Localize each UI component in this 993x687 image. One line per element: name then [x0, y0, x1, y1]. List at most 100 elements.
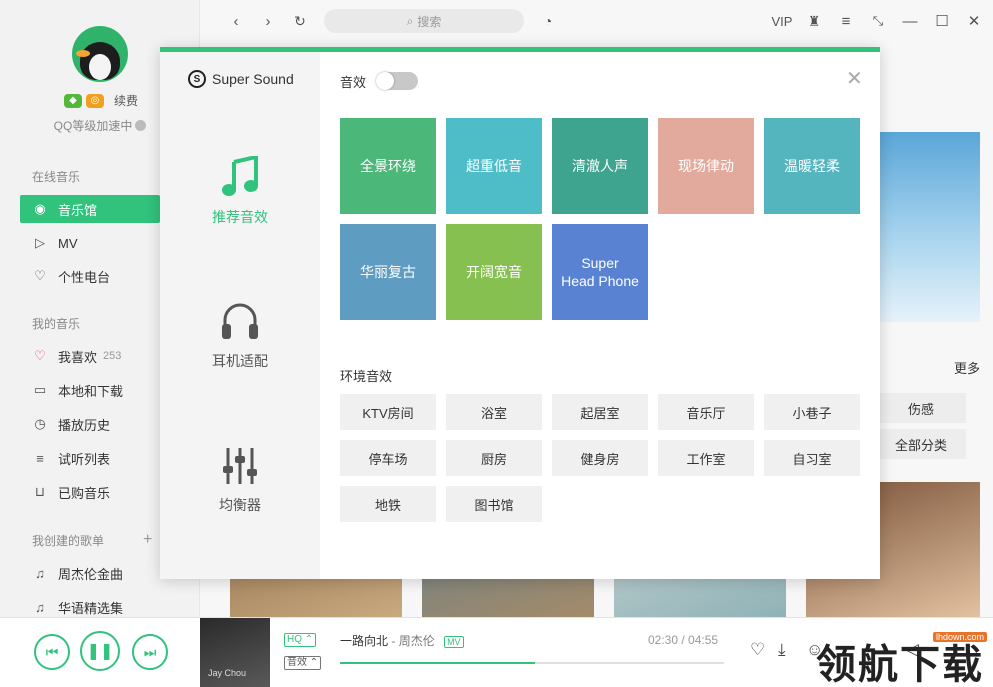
watermark: 领航下载 lhdown.com	[806, 628, 993, 687]
previous-track-icon[interactable]: ⏮	[34, 634, 70, 670]
like-heart-icon[interactable]: ♡	[750, 640, 765, 660]
env-living-room[interactable]: 起居室	[552, 394, 648, 430]
env-library[interactable]: 图书馆	[446, 486, 542, 522]
renew-link[interactable]: 续费	[114, 92, 138, 109]
green-diamond-icon[interactable]: ◎	[86, 93, 104, 108]
sidebar-item-radio[interactable]: ♡ 个性电台	[20, 262, 160, 290]
refresh-icon[interactable]: ↻	[290, 10, 310, 32]
section-my-music: 我的音乐	[32, 317, 81, 331]
env-parking-lot[interactable]: 停车场	[340, 440, 436, 476]
menu-icon[interactable]: ≡	[836, 10, 856, 32]
env-bathroom[interactable]: 浴室	[446, 394, 542, 430]
back-arrow-icon[interactable]: ‹	[226, 10, 246, 32]
super-sound-icon: S	[188, 70, 206, 88]
env-alley[interactable]: 小巷子	[764, 394, 860, 430]
category-tag-all[interactable]: 全部分类	[876, 429, 966, 459]
sidebar-item-preview-list[interactable]: ≡ 试听列表	[20, 444, 160, 472]
preset-panorama-surround[interactable]: 全景环绕	[340, 118, 436, 214]
tab-headphone-adapt[interactable]: 耳机适配	[160, 300, 320, 371]
forward-arrow-icon[interactable]: ›	[258, 10, 278, 32]
preset-clear-vocal[interactable]: 清澈人声	[552, 118, 648, 214]
env-kitchen[interactable]: 厨房	[446, 440, 542, 476]
preset-warm-soft[interactable]: 温暖轻柔	[764, 118, 860, 214]
sidebar-item-purchased[interactable]: ⊔ 已购音乐	[20, 478, 160, 506]
search-icon: ⌕	[406, 13, 414, 28]
preset-super-headphone[interactable]: Super Head Phone	[552, 224, 648, 320]
env-subway[interactable]: 地铁	[340, 486, 436, 522]
vip-button[interactable]: VIP	[770, 10, 794, 32]
preset-heavy-bass[interactable]: 超重低音	[446, 118, 542, 214]
heart-icon: ♡	[34, 348, 46, 363]
sound-effect-badge[interactable]: 音效 ⌃	[284, 656, 322, 670]
note-icon: ♫	[35, 565, 45, 581]
note-icon: ♫	[35, 599, 45, 615]
album-cover[interactable]: Jay Chou	[200, 618, 270, 687]
headphones-icon	[222, 303, 258, 339]
super-sound-sidebar: S Super Sound 推荐音效 耳机适配 均衡器	[160, 52, 320, 579]
tab-recommended-effects[interactable]: 推荐音效	[160, 154, 320, 227]
equalizer-icon	[223, 448, 257, 484]
effects-toggle[interactable]	[376, 72, 418, 90]
clock-icon: ◷	[34, 416, 46, 431]
watermark-site: lhdown.com	[932, 632, 987, 642]
level-icon	[135, 120, 147, 131]
sidebar-item-mv[interactable]: ▷ MV	[20, 229, 160, 257]
cart-icon: ⊔	[34, 484, 46, 499]
add-playlist-icon[interactable]: +	[143, 531, 152, 549]
music-note-icon	[222, 154, 258, 196]
quality-badge[interactable]: HQ ⌃	[284, 633, 317, 647]
download-icon[interactable]: ⤓	[778, 640, 786, 660]
sidebar-item-favorites[interactable]: ♡ 我喜欢 253	[20, 342, 160, 370]
progress-fill	[340, 662, 536, 664]
banner-image[interactable]	[876, 132, 980, 322]
env-ktv-room[interactable]: KTV房间	[340, 394, 436, 430]
avatar[interactable]	[72, 26, 128, 82]
tab-equalizer[interactable]: 均衡器	[160, 444, 320, 515]
top-bar: ‹ › ↻ ⌕ 搜索 ◔ VIP ♜ ≡ ⤡ — ☐ ✕	[200, 0, 993, 42]
section-online-music: 在线音乐	[32, 170, 81, 184]
dialog-close-icon[interactable]: ✕	[846, 66, 863, 91]
next-track-icon[interactable]: ⏭	[132, 634, 168, 670]
mv-icon: ▷	[35, 235, 45, 250]
mv-badge[interactable]: MV	[444, 636, 464, 648]
preset-gorgeous-retro[interactable]: 华丽复古	[340, 224, 436, 320]
close-icon[interactable]: ✕	[964, 10, 984, 32]
env-studio[interactable]: 工作室	[658, 440, 754, 476]
sidebar-item-playlist-jay[interactable]: ♫ 周杰伦金曲	[20, 559, 160, 587]
env-gym[interactable]: 健身房	[552, 440, 648, 476]
search-input[interactable]: ⌕ 搜索	[324, 9, 524, 33]
sidebar-item-music-hall[interactable]: ◉ 音乐馆	[20, 195, 160, 223]
user-badges: ◆ ◎ 续费	[64, 92, 138, 109]
environment-effects-title: 环境音效	[340, 369, 393, 384]
preset-wide-sound[interactable]: 开阔宽音	[446, 224, 542, 320]
skin-icon[interactable]: ♜	[804, 10, 824, 32]
progress-bar[interactable]	[340, 662, 724, 664]
song-artist[interactable]: 周杰伦	[399, 634, 435, 648]
toggle-knob	[376, 72, 394, 90]
env-study-room[interactable]: 自习室	[764, 440, 860, 476]
sidebar-item-local-download[interactable]: ▭ 本地和下载	[20, 376, 160, 404]
playback-time: 02:30 / 04:55	[648, 633, 719, 647]
super-sound-logo: S Super Sound	[188, 70, 294, 88]
now-playing: 一路向北 - 周杰伦 MV	[340, 632, 464, 649]
mini-mode-icon[interactable]: ⤡	[868, 10, 888, 32]
env-concert-hall[interactable]: 音乐厅	[658, 394, 754, 430]
pause-icon[interactable]: ❚❚	[80, 631, 120, 671]
song-title[interactable]: 一路向北	[340, 634, 388, 648]
super-sound-dialog: S Super Sound 推荐音效 耳机适配 均衡器 音效 ✕ 全景环绕 超重…	[160, 47, 880, 579]
preset-live-groove[interactable]: 现场律动	[658, 118, 754, 214]
monitor-icon: ▭	[33, 382, 47, 397]
effects-label: 音效	[340, 75, 367, 90]
radio-icon: ♡	[34, 268, 46, 283]
music-hall-icon: ◉	[34, 201, 46, 216]
vip-diamond-icon[interactable]: ◆	[64, 93, 82, 108]
category-tag-sad[interactable]: 伤感	[876, 393, 966, 423]
sidebar-item-history[interactable]: ◷ 播放历史	[20, 410, 160, 438]
minimize-icon[interactable]: —	[900, 10, 920, 32]
more-link[interactable]: 更多	[954, 358, 980, 377]
listen-recognize-icon[interactable]: ◔	[538, 10, 558, 32]
maximize-icon[interactable]: ☐	[932, 10, 952, 32]
section-created-playlists: 我创建的歌单	[32, 534, 105, 548]
super-sound-main: 音效 ✕ 全景环绕 超重低音 清澈人声 现场律动 温暖轻柔 华丽复古 开阔宽音 …	[320, 52, 880, 579]
list-icon: ≡	[36, 450, 44, 466]
